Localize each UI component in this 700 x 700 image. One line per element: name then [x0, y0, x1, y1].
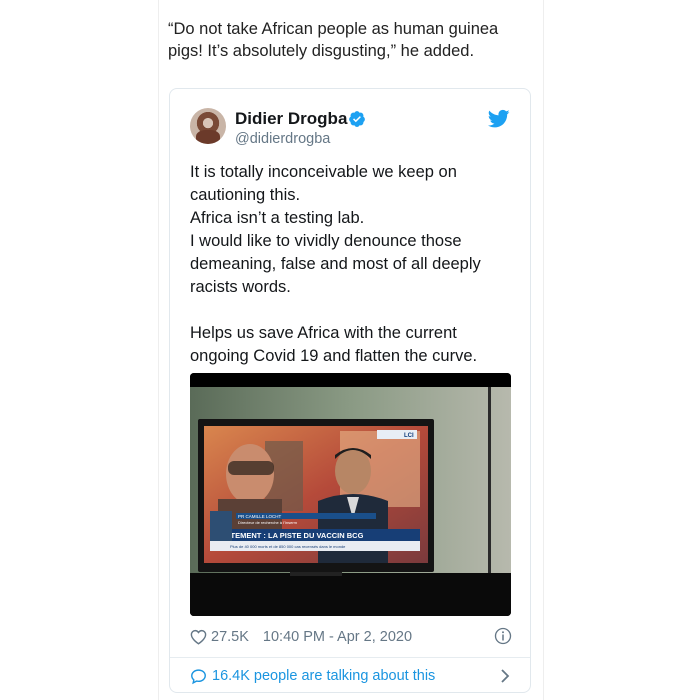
lower-third-name: PR CAMILLE LOCHT: [238, 514, 282, 519]
tweet-text: It is totally inconceivable we keep on c…: [190, 161, 510, 368]
author-name[interactable]: Didier Drogba: [235, 109, 347, 129]
avatar[interactable]: [190, 108, 226, 144]
tweet-timestamp[interactable]: 10:40 PM - Apr 2, 2020: [263, 629, 412, 645]
video-frame: LCI PR CAMILLE LOCHT Directeur de recher…: [190, 373, 511, 616]
tweet-line: I would like to vividly denounce those d…: [190, 232, 481, 296]
like-count[interactable]: 27.5K: [211, 629, 249, 645]
info-icon[interactable]: [494, 627, 512, 645]
verified-badge-icon: [349, 111, 365, 127]
tweet-line: Helps us save Africa with the current on…: [190, 324, 478, 365]
heart-icon[interactable]: [190, 629, 207, 645]
news-headline: TRAITEMENT : LA PISTE DU VACCIN BCG: [213, 531, 364, 540]
twitter-bird-icon[interactable]: [488, 109, 510, 129]
channel-logo: LCI: [404, 433, 414, 439]
article-quote: “Do not take African people as human gui…: [168, 20, 499, 60]
chevron-right-icon[interactable]: [500, 668, 510, 684]
tweet-meta: 27.5K 10:40 PM - Apr 2, 2020: [190, 627, 512, 647]
author-handle[interactable]: @didierdrogba: [235, 131, 330, 147]
tweet-video[interactable]: LCI PR CAMILLE LOCHT Directeur de recher…: [190, 373, 511, 616]
news-ticker: Plus de 40 000 morts et de 850 000 cas r…: [230, 544, 346, 549]
speech-bubble-icon: [191, 668, 206, 684]
conversation-link[interactable]: 16.4K people are talking about this: [190, 665, 512, 687]
tweet-line: Africa isn’t a testing lab.: [190, 209, 365, 227]
divider: [170, 657, 530, 658]
talking-count[interactable]: 16.4K people are talking about this: [212, 668, 435, 684]
lower-third-title: Directeur de recherche à l'Inserm: [238, 520, 298, 525]
embedded-tweet[interactable]: Didier Drogba @didierdrogba It is totall…: [169, 88, 531, 693]
tweet-line: It is totally inconceivable we keep on c…: [190, 163, 457, 204]
